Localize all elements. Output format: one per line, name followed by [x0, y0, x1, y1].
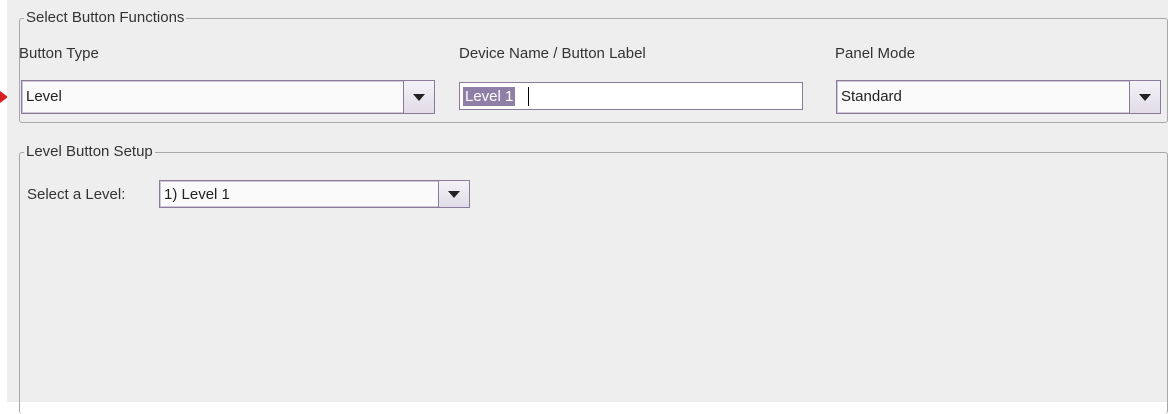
button-type-label: Button Type [19, 45, 99, 62]
panel-mode-value: Standard [841, 88, 902, 105]
button-type-value: Level [26, 88, 62, 105]
select-level-dropdown-button[interactable] [438, 181, 469, 207]
chevron-down-icon [1139, 93, 1151, 101]
button-type-combo[interactable]: Level [21, 80, 435, 114]
select-level-label: Select a Level: [27, 186, 126, 203]
group-legend-select-functions: Select Button Functions [26, 9, 185, 26]
button-type-dropdown-button[interactable] [403, 81, 434, 113]
select-level-value: 1) Level 1 [164, 186, 230, 203]
chevron-down-icon [413, 93, 425, 101]
device-name-field[interactable]: Level 1 [459, 82, 803, 110]
panel-mode-label: Panel Mode [835, 45, 916, 62]
device-name-label: Device Name / Button Label [459, 45, 646, 62]
device-name-value: Level 1 [463, 87, 516, 106]
button-functions-panel: Select Button Functions Button Type Leve… [7, 0, 1168, 414]
chevron-down-icon [448, 190, 460, 198]
group-legend-level-setup: Level Button Setup [26, 143, 153, 160]
select-level-combo[interactable]: 1) Level 1 [159, 180, 470, 208]
panel-mode-combo[interactable]: Standard [836, 80, 1161, 114]
panel-mode-dropdown-button[interactable] [1129, 81, 1160, 113]
text-caret [528, 87, 529, 106]
